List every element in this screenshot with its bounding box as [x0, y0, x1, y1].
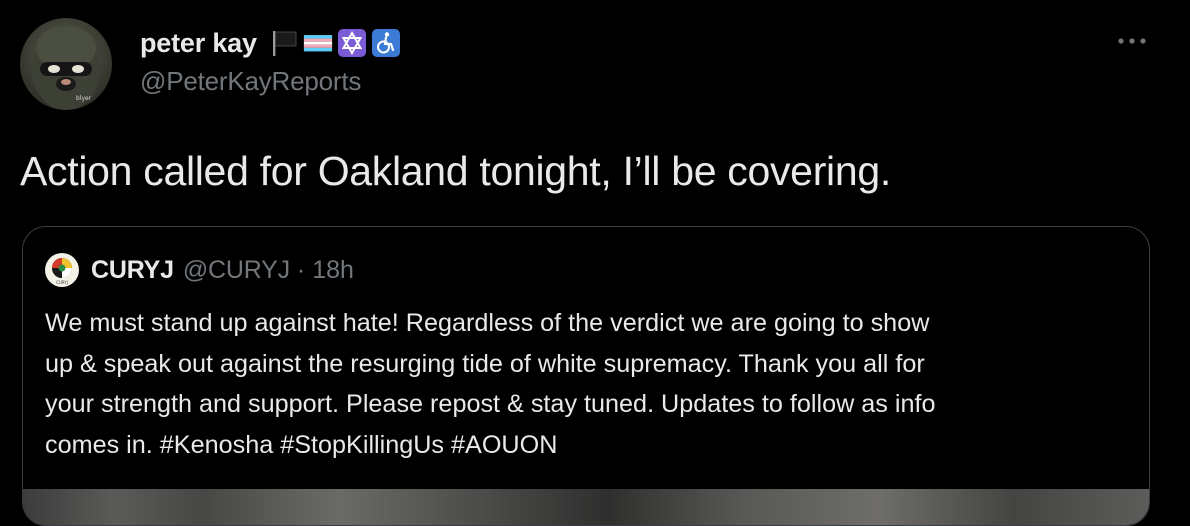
- quoted-separator: ·: [296, 255, 306, 284]
- quoted-media-image[interactable]: [23, 489, 1149, 525]
- quoted-author-avatar: CURYJ: [45, 253, 79, 287]
- author-display-name[interactable]: peter kay: [140, 28, 257, 59]
- avatar-caption: blyer: [76, 95, 92, 102]
- quoted-timestamp[interactable]: 18h: [312, 256, 354, 285]
- quoted-text-line: your strength and support. Please repost…: [45, 390, 936, 418]
- quoted-tweet-header: CURYJ CURYJ @CURYJ · 18h: [45, 253, 354, 287]
- black-flag-icon: [269, 28, 299, 58]
- more-options-button[interactable]: [1112, 26, 1152, 56]
- quoted-author-name[interactable]: CURYJ: [91, 256, 174, 285]
- author-block: peter kay @PeterKayReports: [140, 24, 401, 97]
- more-dots-icon: [1118, 38, 1146, 44]
- quoted-text-line: comes in. #Kenosha #StopKillingUs #AOUON: [45, 430, 558, 459]
- quoted-text-line: up & speak out against the resurging tid…: [45, 349, 925, 378]
- transgender-flag-icon: [303, 28, 333, 58]
- author-handle[interactable]: @PeterKayReports: [140, 66, 401, 97]
- author-badges: [269, 28, 401, 58]
- tweet-text: Action called for Oakland tonight, I’ll …: [20, 148, 891, 194]
- wheelchair-icon: [371, 28, 401, 58]
- tweet: blyer peter kay @PeterKayReports Action …: [0, 0, 1190, 526]
- quoted-avatar-caption: CURYJ: [56, 280, 68, 285]
- quoted-tweet-text: We must stand up against hate! Regardles…: [45, 303, 1135, 465]
- author-avatar[interactable]: blyer: [20, 18, 112, 110]
- quoted-text-line: We must stand up against hate! Regardles…: [45, 309, 930, 337]
- quoted-tweet-card[interactable]: CURYJ CURYJ @CURYJ · 18h We must stand u…: [22, 226, 1150, 526]
- star-of-david-icon: [337, 28, 367, 58]
- quoted-author-handle[interactable]: @CURYJ: [183, 256, 290, 285]
- author-name-row: peter kay: [140, 24, 401, 62]
